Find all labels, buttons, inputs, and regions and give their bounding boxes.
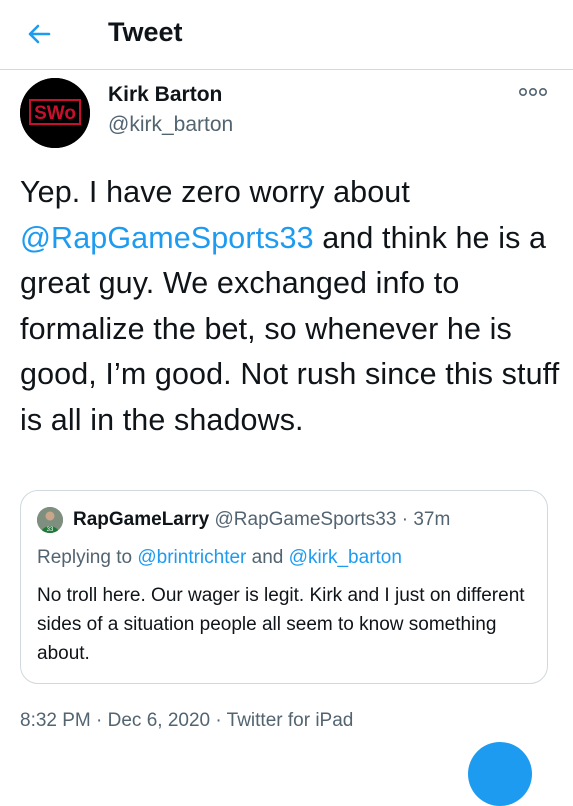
tweet-text: Yep. I have zero worry about @RapGameSpo…: [20, 170, 565, 443]
top-bar: Tweet: [0, 0, 573, 70]
player-avatar-icon: 33: [37, 507, 63, 533]
author-avatar[interactable]: SWo: [20, 78, 90, 148]
compose-button[interactable]: [468, 742, 532, 806]
arrow-left-icon: [28, 24, 51, 44]
more-icon: [518, 88, 547, 97]
quote-replying-to: Replying to @brintrichter and @kirk_bart…: [37, 545, 402, 571]
page-title: Tweet: [108, 17, 183, 47]
swo-logo-icon: SWo: [20, 78, 90, 148]
tweet-text-part: Yep. I have zero worry about: [20, 175, 410, 209]
tweet-timestamp: 8:32 PM · Dec 6, 2020 · Twitter for iPad: [20, 710, 354, 731]
quote-text: No troll here. Our wager is legit. Kirk …: [37, 585, 525, 664]
quote-meta: @RapGameSports33 · 37m: [214, 509, 451, 530]
reply-mention-1[interactable]: @brintrichter: [137, 547, 246, 568]
back-button[interactable]: [22, 17, 56, 51]
quote-avatar: 33: [37, 507, 63, 533]
author-handle[interactable]: @kirk_barton: [108, 112, 233, 138]
mention-link[interactable]: @RapGameSports33: [20, 221, 314, 255]
reply-prefix: Replying to: [37, 547, 138, 568]
avatar-text: SWo: [34, 103, 76, 124]
reply-mention-2[interactable]: @kirk_barton: [289, 547, 402, 568]
svg-text:33: 33: [47, 527, 54, 533]
quote-header: RapGameLarry @RapGameSports33 · 37m: [73, 507, 450, 533]
quoted-tweet[interactable]: 33 RapGameLarry @RapGameSports33 · 37m R…: [20, 490, 548, 684]
reply-and: and: [246, 547, 289, 568]
more-options-button[interactable]: [516, 84, 550, 100]
quote-author-name: RapGameLarry: [73, 509, 210, 530]
author-name[interactable]: Kirk Barton: [108, 82, 222, 108]
